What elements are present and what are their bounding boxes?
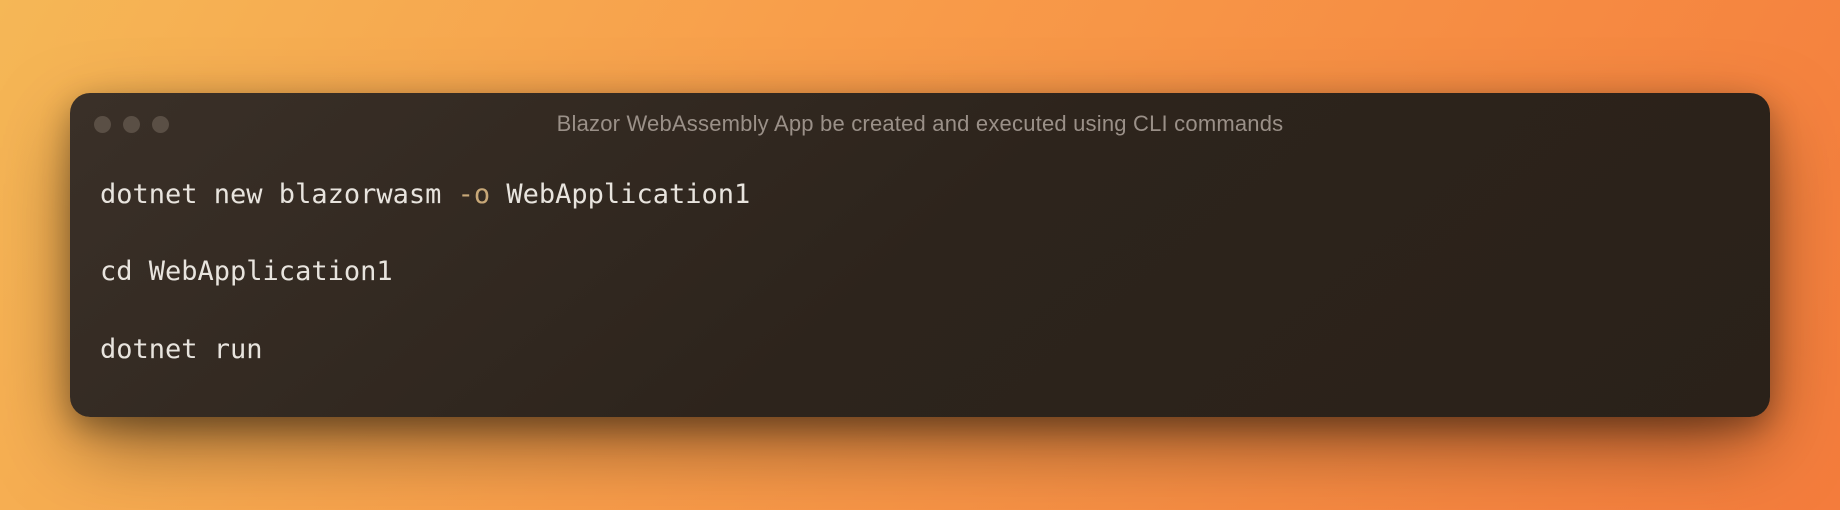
window-title: Blazor WebAssembly App be created and ex… — [94, 111, 1746, 137]
titlebar: Blazor WebAssembly App be created and ex… — [70, 93, 1770, 147]
code-segment: dotnet new blazorwasm — [100, 179, 458, 210]
code-segment: dotnet run — [100, 334, 263, 365]
maximize-icon[interactable] — [152, 116, 169, 133]
code-segment: cd WebApplication1 — [100, 256, 393, 287]
terminal-content: dotnet new blazorwasm -o WebApplication1… — [70, 147, 1770, 416]
code-line: cd WebApplication1 — [100, 254, 1740, 289]
code-segment: WebApplication1 — [490, 179, 750, 210]
code-line: dotnet run — [100, 332, 1740, 367]
terminal-window: Blazor WebAssembly App be created and ex… — [70, 93, 1770, 416]
code-segment: -o — [458, 179, 491, 210]
traffic-lights — [94, 116, 169, 133]
minimize-icon[interactable] — [123, 116, 140, 133]
close-icon[interactable] — [94, 116, 111, 133]
code-line: dotnet new blazorwasm -o WebApplication1 — [100, 177, 1740, 212]
